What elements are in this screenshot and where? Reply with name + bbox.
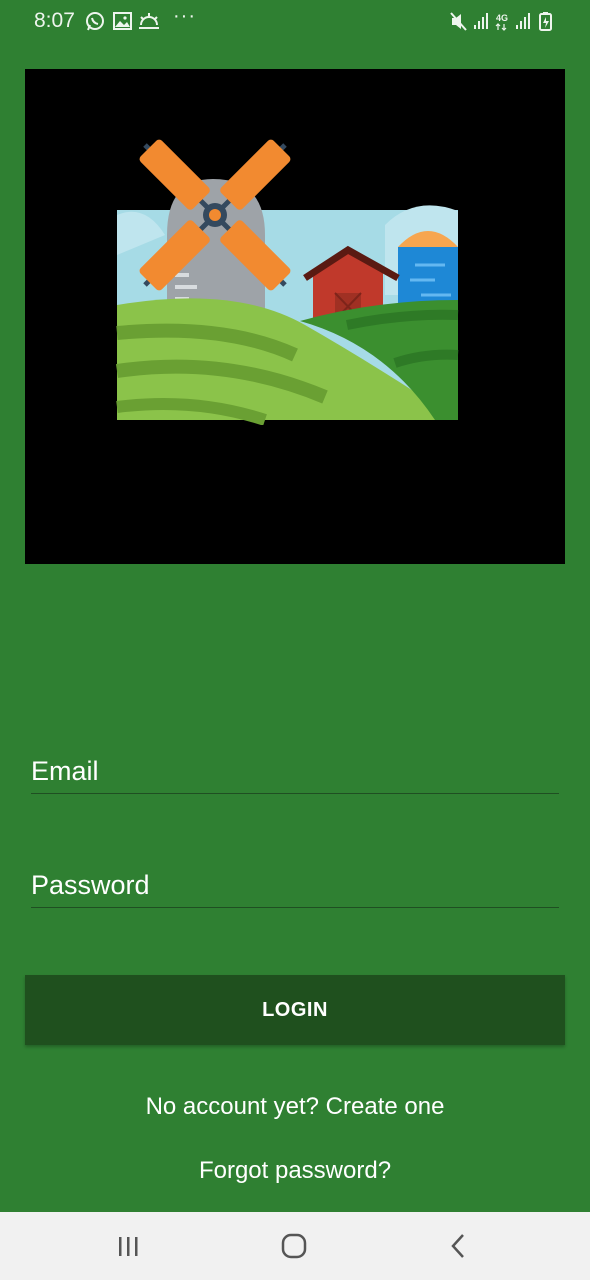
hero-image xyxy=(25,69,565,564)
battery-charging-icon xyxy=(539,12,552,31)
create-account-link[interactable]: No account yet? Create one xyxy=(0,1093,590,1121)
recents-button[interactable] xyxy=(109,1229,149,1263)
email-field[interactable] xyxy=(31,749,559,794)
password-field[interactable] xyxy=(31,863,559,908)
4g-icon: 4G xyxy=(495,13,508,31)
whatsapp-icon xyxy=(86,12,104,31)
signal-icon-2 xyxy=(516,13,530,29)
navigation-bar xyxy=(0,1212,590,1280)
email-input[interactable] xyxy=(31,749,559,793)
signal-icon xyxy=(474,13,488,29)
weather-icon xyxy=(139,13,159,29)
home-button[interactable] xyxy=(274,1229,314,1263)
more-notifications-icon: ··· xyxy=(173,5,196,27)
farm-illustration xyxy=(115,139,459,425)
status-bar: 8:07 ··· 4G xyxy=(0,0,590,44)
gallery-icon xyxy=(113,12,132,30)
password-input[interactable] xyxy=(31,863,559,907)
status-left-icons xyxy=(84,10,174,34)
forgot-password-link[interactable]: Forgot password? xyxy=(0,1157,590,1185)
recents-icon xyxy=(119,1237,138,1256)
status-time: 8:07 xyxy=(34,9,75,32)
status-right-icons: 4G xyxy=(450,10,560,34)
mute-icon xyxy=(450,12,467,31)
back-icon xyxy=(451,1234,464,1258)
login-button[interactable]: LOGIN xyxy=(25,975,565,1045)
home-icon xyxy=(281,1233,307,1259)
svg-text:4G: 4G xyxy=(496,13,508,23)
back-button[interactable] xyxy=(439,1229,479,1263)
